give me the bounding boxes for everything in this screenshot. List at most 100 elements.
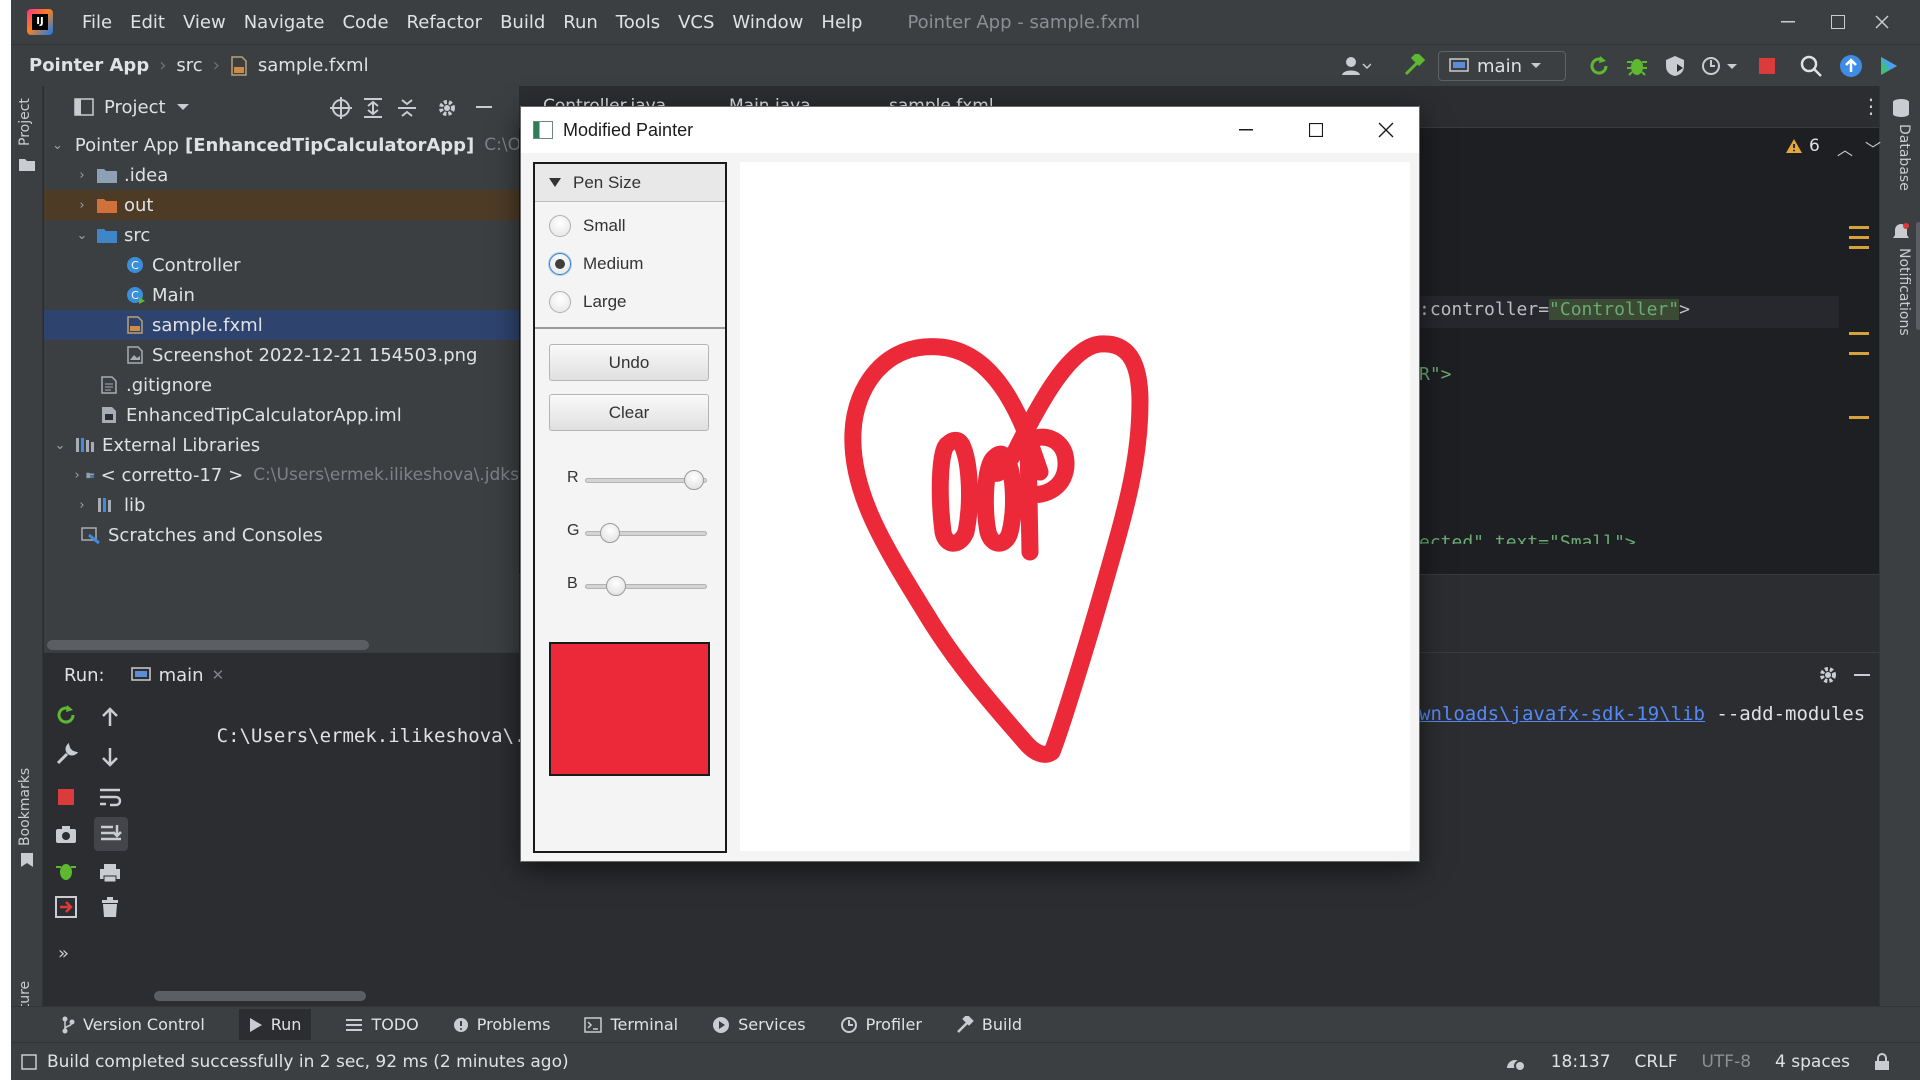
hide-panel-icon[interactable] <box>1854 674 1870 676</box>
menu-code[interactable]: Code <box>333 12 397 33</box>
wrench-icon[interactable] <box>54 743 78 767</box>
menu-navigate[interactable]: Navigate <box>235 12 334 33</box>
jetbrains-ai-icon[interactable] <box>1877 54 1901 78</box>
close-icon[interactable] <box>1847 0 1917 44</box>
tool-build[interactable]: Build <box>956 1015 1022 1034</box>
close-icon[interactable] <box>1351 107 1421 153</box>
expand-all-icon[interactable] <box>362 97 384 119</box>
hide-panel-icon[interactable] <box>476 106 492 108</box>
chevron-down-icon[interactable] <box>176 103 190 112</box>
radio-small[interactable]: Small <box>549 215 626 237</box>
undo-button[interactable]: Undo <box>549 344 709 381</box>
tree-item-root[interactable]: ⌄ Pointer App [EnhancedTipCalculatorApp]… <box>44 130 534 160</box>
menu-build[interactable]: Build <box>491 12 554 33</box>
menu-edit[interactable]: Edit <box>121 12 174 33</box>
console-path-link[interactable]: wnloads\javafx-sdk-19\lib <box>1419 703 1705 725</box>
tool-todo[interactable]: TODO <box>345 1015 419 1034</box>
slider-thumb[interactable] <box>606 576 626 596</box>
slider-g[interactable] <box>585 523 707 543</box>
soft-wrap-icon[interactable] <box>98 785 122 809</box>
arrow-up-icon[interactable] <box>98 705 122 729</box>
painter-title-bar[interactable]: Modified Painter <box>521 107 1419 153</box>
search-icon[interactable] <box>1799 54 1823 78</box>
menu-file[interactable]: File <box>73 12 121 33</box>
menu-window[interactable]: Window <box>723 12 812 33</box>
panel-toggle-icon[interactable] <box>21 1053 37 1070</box>
tree-item-gitignore[interactable]: .gitignore <box>44 370 519 400</box>
code-line-controller[interactable]: :controller="Controller"> <box>1419 296 1839 328</box>
warning-marker[interactable] <box>1849 246 1869 249</box>
project-horizontal-scrollbar[interactable] <box>47 640 369 650</box>
camera-icon[interactable] <box>54 823 78 847</box>
console-output[interactable]: C:\Users\ermek.ilikeshova\.jdk <box>148 703 560 769</box>
network-settings-icon[interactable] <box>1503 1052 1527 1072</box>
chevron-down-icon[interactable]: ﹀ <box>1865 136 1881 160</box>
tree-item-out[interactable]: › out <box>44 190 519 220</box>
tree-item-idea[interactable]: › .idea <box>44 160 519 190</box>
tree-item-iml[interactable]: EnhancedTipCalculatorApp.iml <box>44 400 519 430</box>
tool-profiler[interactable]: Profiler <box>840 1015 922 1034</box>
collapse-all-icon[interactable] <box>396 97 418 119</box>
tool-services[interactable]: Services <box>712 1015 806 1034</box>
clear-button[interactable]: Clear <box>549 394 709 431</box>
exit-icon[interactable] <box>54 895 78 919</box>
menu-help[interactable]: Help <box>812 12 871 33</box>
tree-item-src[interactable]: ⌄ src <box>44 220 519 250</box>
rerun-icon[interactable] <box>1587 54 1611 78</box>
menu-vcs[interactable]: VCS <box>669 12 723 33</box>
project-panel-title[interactable]: Project <box>104 97 166 118</box>
editor-scrollbar[interactable] <box>1916 222 1920 330</box>
tree-item-screenshot[interactable]: Screenshot 2022-12-21 154503.png <box>44 340 519 370</box>
breadcrumb-project[interactable]: Pointer App <box>29 55 149 76</box>
warning-marker[interactable] <box>1849 352 1869 355</box>
stop-icon[interactable] <box>54 785 78 809</box>
intellij-logo-icon[interactable]: IJ <box>27 9 53 35</box>
profile-icon[interactable] <box>1701 54 1737 78</box>
radio-large[interactable]: Large <box>549 291 626 313</box>
menu-view[interactable]: View <box>174 12 235 33</box>
file-encoding[interactable]: UTF-8 <box>1701 1052 1751 1072</box>
scroll-to-end-icon[interactable] <box>94 817 128 851</box>
database-tool-window-tab[interactable]: Database <box>1896 124 1912 191</box>
notifications-tool-window-tab[interactable]: Notifications <box>1896 248 1912 336</box>
tree-item-external-libraries[interactable]: ⌄ External Libraries <box>44 430 519 460</box>
pen-size-titled-pane[interactable]: Pen Size <box>535 164 725 202</box>
maximize-icon[interactable] <box>1281 107 1351 153</box>
tool-run[interactable]: Run <box>238 1009 312 1040</box>
slider-b[interactable] <box>585 576 707 596</box>
code-line-2[interactable]: R"> <box>1419 364 1452 385</box>
arrow-down-icon[interactable] <box>98 745 122 769</box>
menu-tools[interactable]: Tools <box>607 12 669 33</box>
line-separator[interactable]: CRLF <box>1635 1052 1678 1072</box>
slider-r[interactable] <box>585 470 707 490</box>
cursor-position[interactable]: 18:137 <box>1551 1052 1611 1072</box>
inspection-widget[interactable]: 6 <box>1785 136 1820 156</box>
locate-icon[interactable] <box>330 97 352 119</box>
tool-problems[interactable]: Problems <box>453 1015 550 1034</box>
tree-item-scratches[interactable]: Scratches and Consoles <box>44 520 519 550</box>
tree-item-sample-fxml[interactable]: sample.fxml <box>44 310 519 340</box>
slider-thumb[interactable] <box>600 523 620 543</box>
console-output-right[interactable]: wnloads\javafx-sdk-19\lib --add-modules <box>1419 703 1865 725</box>
more-icon[interactable]: » <box>58 943 82 967</box>
close-tab-icon[interactable]: ✕ <box>212 666 225 684</box>
tool-version-control[interactable]: Version Control <box>61 1015 205 1034</box>
chevron-up-icon[interactable]: ︿ <box>1837 136 1853 160</box>
warning-marker[interactable] <box>1849 332 1869 335</box>
tree-item-lib[interactable]: › lib <box>44 490 519 520</box>
bookmarks-tool-window-tab[interactable]: Bookmarks <box>17 768 33 846</box>
run-tab-main[interactable]: main ✕ <box>130 665 225 686</box>
build-hammer-icon[interactable] <box>1403 54 1427 78</box>
menu-refactor[interactable]: Refactor <box>398 12 492 33</box>
indent-setting[interactable]: 4 spaces <box>1775 1052 1850 1072</box>
tree-item-jdk[interactable]: › < corretto-17 > C:\Users\ermek.ilikesh… <box>44 460 519 490</box>
minimize-icon[interactable] <box>1211 107 1281 153</box>
coverage-icon[interactable] <box>1663 54 1687 78</box>
slider-thumb[interactable] <box>684 470 704 490</box>
tree-item-controller[interactable]: C Controller <box>44 250 519 280</box>
project-tool-window-tab[interactable]: Project <box>17 98 33 146</box>
run-config-select[interactable]: main <box>1438 51 1566 81</box>
drawing-canvas[interactable] <box>740 162 1410 851</box>
warning-marker[interactable] <box>1849 226 1869 229</box>
debug-attach-icon[interactable] <box>54 859 78 883</box>
